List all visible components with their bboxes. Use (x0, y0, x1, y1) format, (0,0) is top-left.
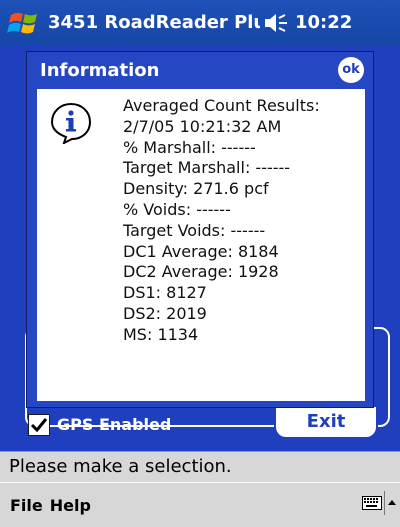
status-bar: Please make a selection. (0, 451, 400, 482)
checkmark-icon (30, 418, 48, 433)
message-line: 2/7/05 10:21:32 AM (123, 116, 282, 136)
ok-button[interactable]: ok (338, 57, 364, 83)
title-bar: 3451 RoadReader Plu: 10:22 (0, 0, 400, 45)
message-line: DS2: 2019 (123, 303, 207, 323)
menu-bar: File Help (0, 482, 400, 527)
exit-button[interactable]: Exit (274, 405, 378, 439)
speaker-icon[interactable] (263, 11, 289, 35)
menu-help[interactable]: Help (50, 496, 91, 515)
dialog-body: Averaged Count Results: 2/7/05 10:21:32 … (37, 89, 365, 401)
information-icon (50, 102, 92, 145)
menu-file[interactable]: File (10, 496, 43, 515)
dialog-header: Information ok (27, 52, 373, 88)
keyboard-icon[interactable] (362, 494, 382, 512)
message-line: DC2 Average: 1928 (123, 262, 279, 282)
windows-flag-icon[interactable] (5, 3, 45, 43)
message-line: % Marshall: ------ (123, 137, 256, 157)
message-line: Averaged Count Results: (123, 96, 320, 115)
gps-enabled-label[interactable]: GPS Enabled (57, 415, 171, 434)
window-title: 3451 RoadReader Plu: (48, 12, 260, 33)
clock[interactable]: 10:22 (295, 12, 352, 33)
information-dialog: Information ok Averaged Count Results: 2… (26, 51, 374, 408)
message-text: Averaged Count Results: 2/7/05 10:21:32 … (123, 96, 320, 346)
arrow-up-icon[interactable] (384, 491, 398, 515)
message-line: DC1 Average: 8184 (123, 241, 279, 261)
message-line: Target Voids: ------ (123, 220, 266, 240)
message-line: Target Marshall: ------ (123, 158, 291, 178)
message-line: Density: 271.6 pcf (123, 179, 269, 199)
message-line: MS: 1134 (123, 324, 199, 344)
dialog-title: Information (40, 59, 160, 81)
message-line: DS1: 8127 (123, 283, 207, 303)
gps-enabled-checkbox[interactable] (28, 414, 50, 436)
message-line: % Voids: ------ (123, 199, 231, 219)
